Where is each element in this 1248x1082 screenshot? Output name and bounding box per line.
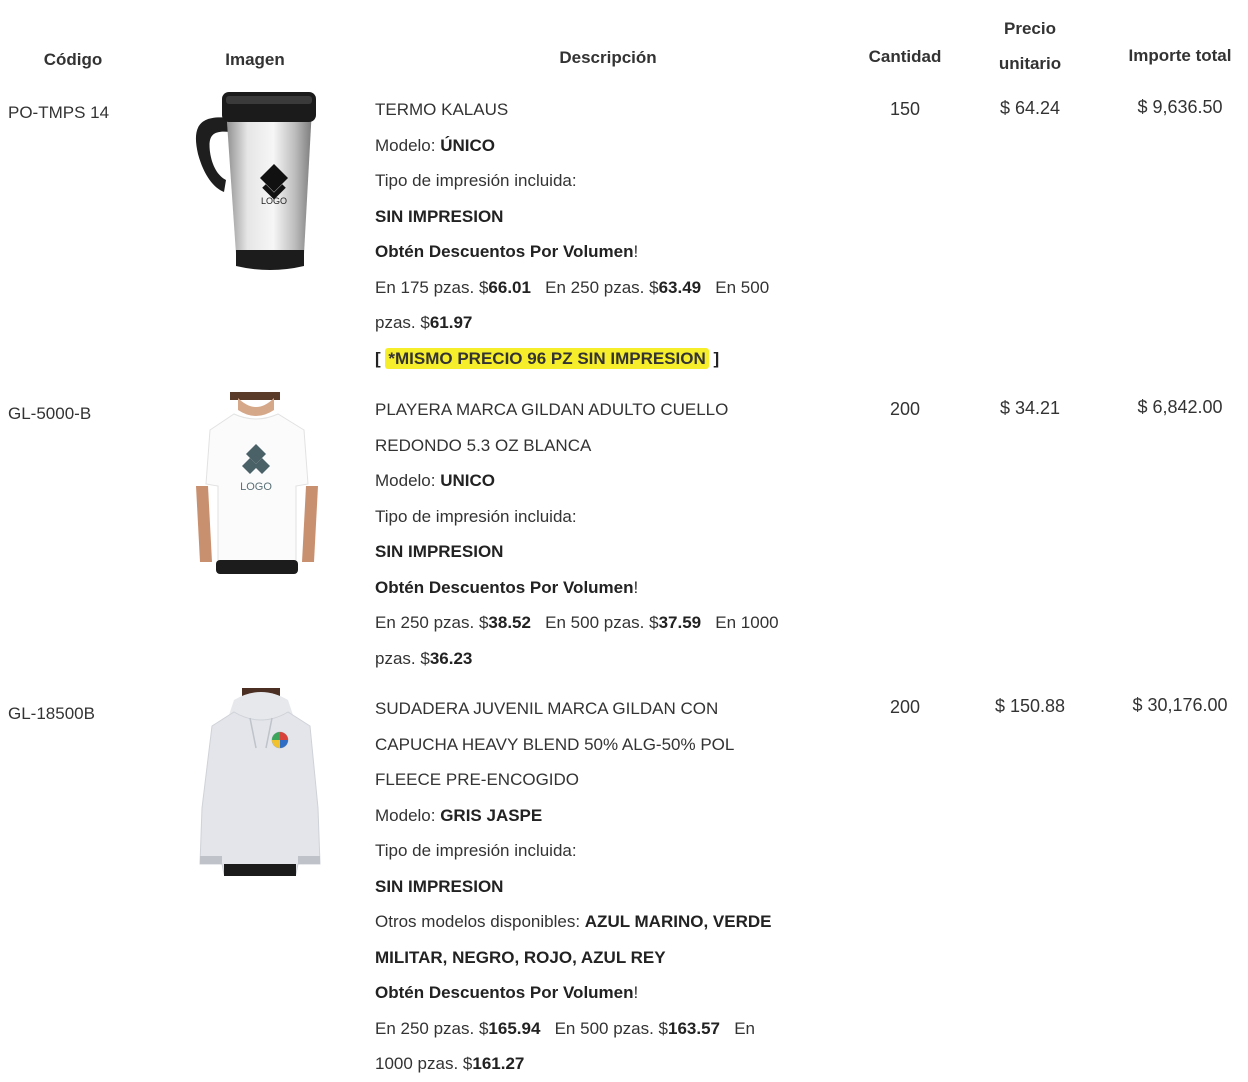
item-tipo: SIN IMPRESION	[375, 876, 504, 896]
item-description: PLAYERA MARCA GILDAN ADULTO CUELLO REDON…	[375, 392, 845, 676]
item-unit-price: $ 64.24	[999, 98, 1061, 118]
item-unit-price: $ 150.88	[994, 696, 1066, 716]
item-promo: Obtén Descuentos Por Volumen!	[375, 242, 639, 261]
header-imagen: Imagen	[225, 50, 285, 69]
item-total: $ 6,842.00	[1137, 397, 1223, 417]
item-code: PO-TMPS 14	[8, 103, 110, 122]
item-volume-prices: En 250 pzas. $38.52 En 500 pzas. $37.59 …	[375, 613, 779, 632]
item-quantity: 200	[889, 399, 921, 419]
item-tipo-label: Tipo de impresión incluida:	[375, 506, 577, 526]
item-name: PLAYERA MARCA GILDAN ADULTO CUELLO	[375, 400, 729, 419]
item-code: GL-18500B	[8, 704, 95, 723]
item-volume-prices: En 175 pzas. $66.01 En 250 pzas. $63.49 …	[375, 277, 770, 297]
item-name: TERMO KALAUS	[375, 100, 509, 119]
header-precio-line1: Precio	[1004, 19, 1056, 38]
item-unit-price: $ 34.21	[999, 398, 1061, 418]
item-otros-modelos-cont: MILITAR, NEGRO, ROJO, AZUL REY	[375, 947, 666, 967]
item-note: [ *MISMO PRECIO 96 PZ SIN IMPRESION ]	[375, 347, 720, 369]
item-tipo: SIN IMPRESION	[375, 206, 504, 226]
item-description: SUDADERA JUVENIL MARCA GILDAN CON CAPUCH…	[375, 691, 845, 1082]
item-tipo-label: Tipo de impresión incluida:	[375, 841, 577, 860]
item-total: $ 30,176.00	[1132, 695, 1228, 715]
item-name: SUDADERA JUVENIL MARCA GILDAN CON	[375, 699, 719, 718]
item-promo: Obtén Descuentos Por Volumen!	[375, 983, 639, 1002]
item-volume-prices-cont: pzas. $61.97	[375, 313, 473, 332]
header-importe-total: Importe total	[1128, 46, 1232, 65]
item-volume-prices-cont: pzas. $36.23	[375, 648, 473, 668]
item-modelo: Modelo: ÚNICO	[375, 135, 495, 155]
item-tipo-label: Tipo de impresión incluida:	[375, 171, 577, 190]
item-name-cont: FLEECE PRE-ENCOGIDO	[375, 770, 580, 789]
item-volume-prices-cont: 1000 pzas. $161.27	[375, 1054, 525, 1073]
item-total: $ 9,636.50	[1137, 97, 1223, 117]
header-codigo: Código	[43, 50, 103, 69]
white-tshirt-image: LOGO	[196, 392, 318, 574]
header-descripcion: Descripción	[559, 48, 657, 67]
item-tipo: SIN IMPRESION	[375, 542, 504, 561]
item-modelo: Modelo: GRIS JASPE	[375, 805, 543, 825]
header-precio-line2: unitario	[998, 54, 1062, 73]
item-promo: Obtén Descuentos Por Volumen!	[375, 577, 639, 597]
item-modelo: Modelo: UNICO	[375, 471, 495, 490]
item-otros-modelos: Otros modelos disponibles: AZUL MARINO, …	[375, 912, 772, 931]
header-cantidad: Cantidad	[868, 47, 942, 66]
item-name-cont: CAPUCHA HEAVY BLEND 50% ALG-50% POL	[375, 734, 735, 754]
item-quantity: 200	[889, 697, 921, 717]
highlighted-note: *MISMO PRECIO 96 PZ SIN IMPRESION	[385, 347, 709, 369]
item-quantity: 150	[889, 99, 921, 119]
header-precio-unitario: Precio unitario	[975, 11, 1085, 81]
travel-mug-image: LOGO	[195, 92, 316, 270]
logo-text: LOGO	[240, 481, 272, 493]
item-volume-prices: En 250 pzas. $165.94 En 500 pzas. $163.5…	[375, 1018, 755, 1038]
item-description: TERMO KALAUS Modelo: ÚNICO Tipo de impre…	[375, 92, 845, 376]
logo-text: LOGO	[261, 196, 287, 206]
item-code: GL-5000-B	[8, 404, 92, 423]
gray-hoodie-image	[199, 688, 321, 876]
item-name-cont: REDONDO 5.3 OZ BLANCA	[375, 435, 592, 455]
